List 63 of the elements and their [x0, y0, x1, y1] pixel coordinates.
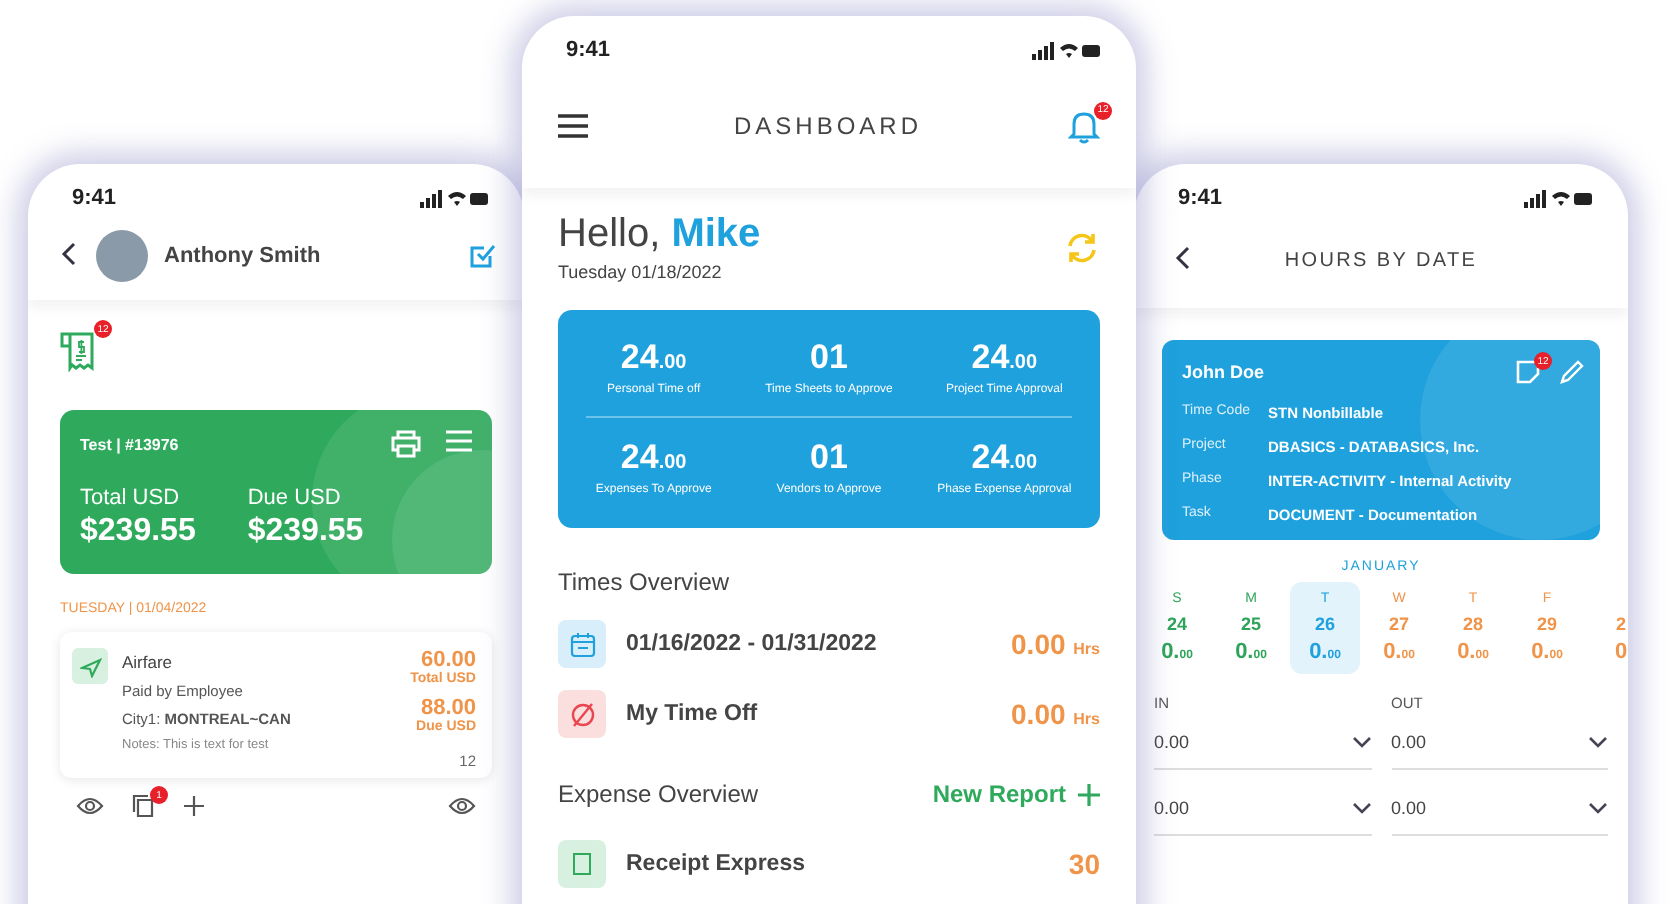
edit-button[interactable] [1560, 360, 1584, 384]
add-button[interactable] [184, 796, 204, 816]
time-dropdown[interactable]: 0.00 [1391, 728, 1608, 770]
calendar-icon [558, 620, 606, 668]
chevron-down-icon [1351, 802, 1371, 814]
hours-value: 0.00 Hrs [1011, 628, 1100, 660]
new-report-button[interactable]: New Report [932, 780, 1100, 808]
total-label: Due USD [247, 486, 343, 510]
stat-value: 24.00 [620, 338, 687, 378]
time-row-label: 01/16/2022 - 01/31/2022 [626, 632, 879, 656]
checkbox-edit-button[interactable] [468, 242, 496, 270]
menu-button[interactable] [558, 114, 588, 138]
expense-count: 30 [1068, 848, 1100, 880]
status-icons [1524, 189, 1592, 207]
stat-value: 24.00 [620, 438, 687, 478]
employee-name: John Doe [1182, 362, 1265, 382]
section-title: Times Overview [558, 568, 730, 596]
section-title: Expense Overview [558, 780, 759, 808]
avatar [96, 230, 148, 282]
stat-value: 01 [810, 338, 848, 378]
receipt-icon[interactable] [60, 328, 100, 372]
status-time: 9:41 [566, 38, 611, 62]
notifications-button[interactable] [1068, 109, 1100, 143]
chevron-down-icon [1588, 736, 1608, 748]
due-amount: 88.00 [420, 696, 476, 720]
back-button[interactable] [56, 242, 80, 270]
screen-title: HOURS BY DATE [1282, 249, 1480, 271]
screen-title: DASHBOARD [731, 112, 924, 140]
user-name: Anthony Smith [164, 244, 323, 268]
total-amount: $239.55 [247, 514, 364, 550]
expense-row-label: Receipt Express [626, 852, 807, 876]
time-dropdown[interactable]: 0.00 [1154, 794, 1371, 836]
chevron-down-icon [1588, 802, 1608, 814]
report-title: Test | #13976 [80, 435, 179, 453]
airplane-icon [72, 648, 108, 684]
chevron-down-icon [1351, 736, 1371, 748]
print-button[interactable] [390, 430, 422, 458]
stat-value: 24.00 [971, 338, 1038, 378]
no-entry-icon [558, 690, 606, 738]
eye-button[interactable] [76, 796, 104, 816]
time-dropdown[interactable]: 0.00 [1154, 728, 1371, 770]
hours-value: 0.00 Hrs [1011, 698, 1100, 730]
total-amount: 60.00 [420, 648, 476, 672]
note-button[interactable] [1516, 360, 1540, 384]
stat-value: 24.00 [971, 438, 1038, 478]
time-row-label: My Time Off [626, 702, 760, 726]
greeting: Hello, Mike [558, 212, 761, 258]
status-icons [420, 189, 488, 207]
day-button[interactable]: 2 0 [1586, 582, 1628, 674]
stat-value: 01 [810, 438, 848, 478]
expense-category: Airfare [122, 652, 175, 672]
time-dropdown[interactable]: 0.00 [1391, 794, 1608, 836]
copy-button[interactable] [132, 794, 156, 818]
current-date: Tuesday 01/18/2022 [558, 262, 724, 282]
eye-button[interactable] [448, 796, 476, 816]
receipt-icon [558, 840, 606, 888]
total-amount: $239.55 [80, 514, 196, 550]
total-label: Total USD [80, 486, 182, 510]
plus-icon [1078, 783, 1100, 805]
status-icons [1032, 41, 1100, 59]
status-time: 9:41 [72, 186, 117, 210]
back-button[interactable] [1170, 246, 1194, 274]
status-time: 9:41 [1178, 186, 1223, 210]
